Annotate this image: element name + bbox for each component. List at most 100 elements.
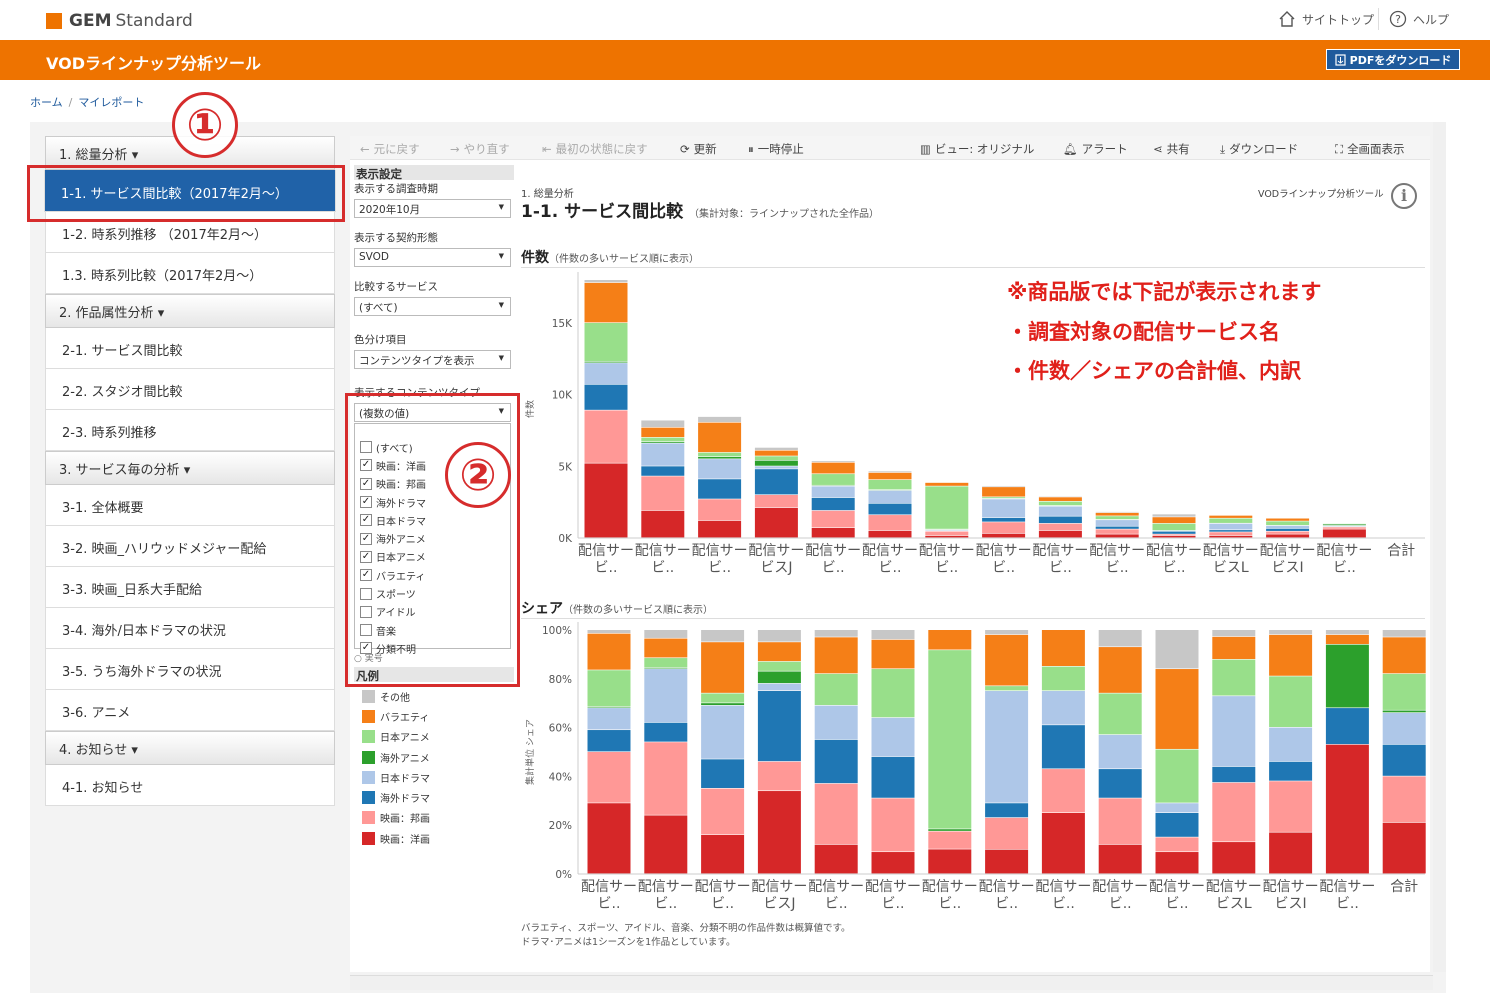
footnote-line-2: ドラマ･アニメは1シーズンを1作品としています。: [521, 937, 736, 948]
alert-button[interactable]: 🔔︎ アラート: [1063, 141, 1128, 157]
report-title: 1-1. サービス間比較 （集計対象：ラインナップされた全作品）: [521, 197, 879, 222]
sidebar-item-3-2[interactable]: 3-2. 映画_ハリウッドメジャー配給: [45, 526, 335, 567]
undo-label: 元に戻す: [373, 142, 420, 156]
horizontal-scrollbar[interactable]: [350, 975, 1433, 990]
pdf-download-button[interactable]: PDFをダウンロード: [1326, 49, 1460, 70]
x-tick-label: 配信サー: [635, 543, 691, 559]
bar-segment: [814, 630, 858, 637]
color-select[interactable]: コンテンツタイプを表示: [354, 350, 511, 369]
sidebar-item-2-3[interactable]: 2-3. 時系列推移: [45, 410, 335, 451]
sidebar-item-3-5[interactable]: 3-5. うち海外ドラマの状況: [45, 649, 335, 690]
pause-button[interactable]: ⏸ 一時停止: [748, 141, 804, 157]
fullscreen-button[interactable]: ⛶ 全画面表示: [1335, 141, 1405, 157]
x-tick-label: ビ..: [935, 560, 958, 576]
sidebar-item-3-4[interactable]: 3-4. 海外/日本ドラマの状況: [45, 608, 335, 649]
x-tick-label: 配信サー: [1316, 543, 1372, 559]
sidebar-section-4[interactable]: 4. お知らせ ▾: [45, 731, 335, 765]
breadcrumb: ホーム / マイレポート: [30, 94, 144, 110]
x-tick-label: ビスI: [1272, 560, 1304, 576]
view-button[interactable]: ▥ ビュー: オリジナル: [920, 141, 1034, 157]
bar-segment: [641, 441, 685, 443]
sidebar-section-2[interactable]: 2. 作品属性分析 ▾: [45, 294, 335, 328]
sidebar-item-4-1[interactable]: 4-1. お知らせ: [45, 765, 335, 806]
highlight-box-2: [345, 393, 520, 687]
bar-segment: [985, 817, 1029, 849]
logo-rest: Standard: [115, 11, 193, 31]
section-1-label: 1. 総量分析: [59, 148, 128, 163]
sidebar-item-3-6[interactable]: 3-6. アニメ: [45, 690, 335, 731]
legend-item[interactable]: 日本アニメ: [362, 727, 514, 747]
bar-segment: [868, 515, 912, 531]
redo-arrow-icon: →: [450, 142, 460, 156]
x-tick-label: ビスI: [1275, 896, 1307, 912]
view-label: ビュー: オリジナル: [934, 142, 1035, 156]
sidebar-item-2-2[interactable]: 2-2. スタジオ間比較: [45, 369, 335, 410]
bar-segment: [868, 479, 912, 490]
x-tick-label: ビ..: [595, 560, 618, 576]
bar-segment: [928, 849, 972, 874]
x-tick-label: ビ..: [879, 560, 902, 576]
bar-segment: [1266, 528, 1310, 531]
bar-segment: [1322, 524, 1366, 526]
sidebar-section-3[interactable]: 3. サービス毎の分析 ▾: [45, 451, 335, 485]
legend-item[interactable]: 海外ドラマ: [362, 787, 514, 807]
sidebar-item-1-3[interactable]: 1.3. 時系列比較（2017年2月～）: [45, 253, 335, 294]
footnote: バラエティ、スポーツ、アイドル、音楽、分類不明の作品件数は概算値です。 ドラマ･…: [521, 922, 851, 950]
x-tick-label: ビ..: [825, 896, 848, 912]
legend-label: バラエティ: [380, 712, 430, 724]
bar-segment: [1325, 744, 1369, 874]
pdf-download-label: PDFをダウンロード: [1349, 53, 1452, 67]
x-tick-label: 配信サー: [1206, 879, 1262, 895]
view-icon: ▥: [920, 142, 931, 156]
bar-segment: [1322, 529, 1366, 538]
breadcrumb-home[interactable]: ホーム: [30, 96, 63, 109]
x-tick-label: 配信サー: [1092, 879, 1148, 895]
info-icon[interactable]: i: [1391, 183, 1417, 209]
legend-label: その他: [380, 692, 410, 704]
legend-item[interactable]: 日本ドラマ: [362, 767, 514, 787]
y-tick-label: 0%: [555, 869, 572, 881]
undo-button[interactable]: ← 元に戻す: [360, 141, 420, 157]
x-tick-label: ビ..: [1166, 896, 1189, 912]
gem-standard-logo[interactable]: GEM Standard: [46, 11, 193, 31]
bar-segment: [644, 638, 688, 658]
legend-swatch: [362, 730, 375, 744]
bar-segment: [982, 517, 1026, 522]
report-title-text: 1-1. サービス間比較: [521, 202, 684, 222]
refresh-button[interactable]: ⟳ 更新: [680, 141, 717, 157]
period-select[interactable]: 2020年10月: [354, 199, 511, 218]
legend-item[interactable]: 映画：洋画: [362, 828, 514, 848]
share-button[interactable]: ⋖ 共有: [1153, 141, 1190, 157]
bar-segment: [1095, 520, 1139, 526]
contract-select[interactable]: SVOD: [354, 248, 511, 267]
service-select[interactable]: (すべて): [354, 297, 511, 316]
legend-item[interactable]: 海外アニメ: [362, 747, 514, 767]
share-chart-title: シェア（件数の多いサービス順に表示）: [521, 598, 713, 618]
vertical-scrollbar[interactable]: [1433, 122, 1446, 972]
legend-item[interactable]: 映画：邦画: [362, 808, 514, 828]
redo-button[interactable]: → やり直す: [450, 141, 510, 157]
bar-segment: [1038, 516, 1082, 524]
alert-label: アラート: [1081, 142, 1128, 156]
bar-segment: [754, 447, 798, 450]
bar-segment: [982, 497, 1026, 498]
legend-item[interactable]: バラエティ: [362, 706, 514, 726]
bar-segment: [1266, 518, 1310, 521]
site-top-link[interactable]: サイトトップ: [1278, 10, 1374, 28]
sidebar-item-3-1[interactable]: 3-1. 全体概要: [45, 485, 335, 526]
reset-button[interactable]: ⇤ 最初の状態に戻す: [542, 141, 648, 157]
bar-segment: [1095, 534, 1139, 538]
x-tick-label: ビスL: [1213, 560, 1249, 576]
download-button[interactable]: ⤓ ダウンロード: [1220, 141, 1298, 157]
header-divider: [1378, 8, 1379, 30]
legend-item[interactable]: その他: [362, 686, 514, 706]
sidebar-item-3-3[interactable]: 3-3. 映画_日系大手配給: [45, 567, 335, 608]
bar-segment: [1212, 782, 1256, 842]
help-link[interactable]: ? ヘルプ: [1389, 10, 1449, 28]
bar-segment: [1041, 725, 1085, 769]
breadcrumb-current[interactable]: マイレポート: [78, 96, 144, 109]
bar-segment: [698, 416, 742, 423]
sidebar-item-2-1[interactable]: 2-1. サービス間比較: [45, 328, 335, 369]
bar-segment: [1098, 734, 1142, 769]
refresh-label: 更新: [693, 142, 717, 156]
